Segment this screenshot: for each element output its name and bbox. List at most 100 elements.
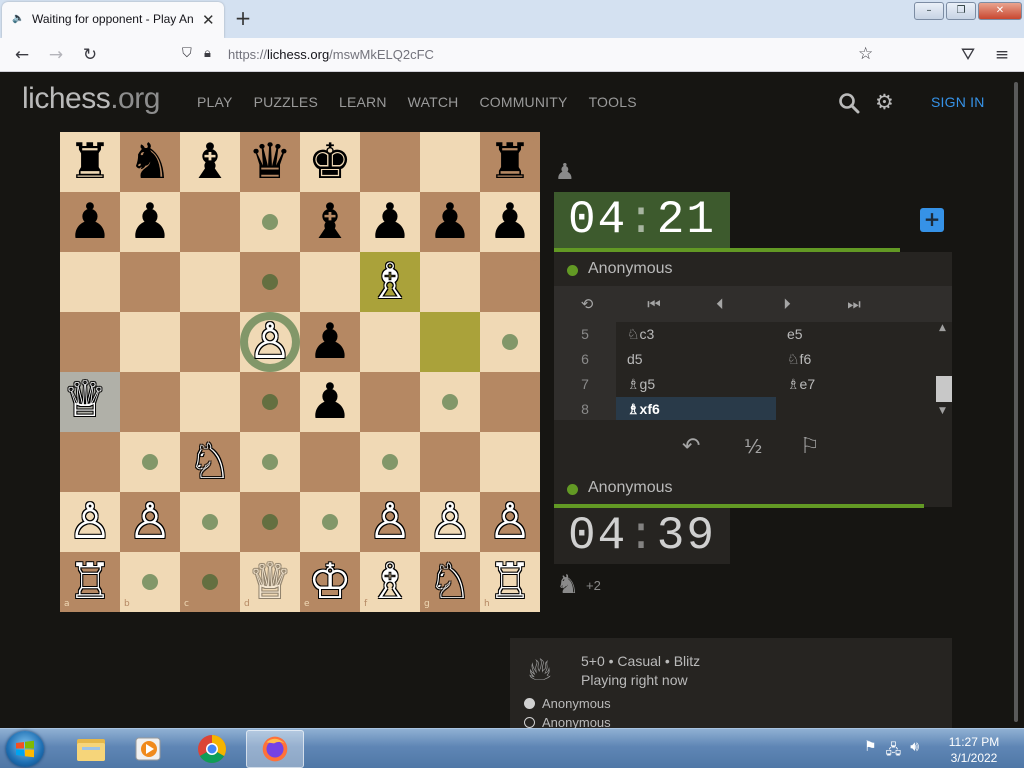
reload-icon[interactable]: ↻ — [78, 43, 102, 67]
explorer-taskbar-button[interactable] — [62, 730, 120, 768]
move-dest-dot[interactable] — [262, 274, 278, 290]
move-dest-dot[interactable] — [262, 214, 278, 230]
black-knight-b8[interactable]: ♞ — [120, 132, 180, 192]
browser-tab-active[interactable]: 🔈 Waiting for opponent - Play Anonymous … — [2, 2, 224, 38]
black-bishop-c8[interactable]: ♝ — [180, 132, 240, 192]
black-rook-h8[interactable]: ♜ — [480, 132, 540, 192]
move-dest-dot[interactable] — [262, 394, 278, 410]
shield-icon[interactable]: ⛉ — [182, 46, 192, 61]
last-move-icon[interactable]: ⏭ — [834, 286, 874, 322]
restore-button[interactable]: ❐ — [946, 2, 976, 20]
black-king-e8[interactable]: ♚ — [300, 132, 360, 192]
square-f4[interactable] — [360, 372, 420, 432]
white-move[interactable]: ♘c3 — [616, 322, 776, 347]
search-icon[interactable] — [838, 92, 860, 114]
square-c6[interactable] — [180, 252, 240, 312]
black-pawn-g7[interactable]: ♟ — [420, 192, 480, 252]
firefox-taskbar-button[interactable] — [246, 730, 304, 768]
white-queen-a4[interactable]: ♕ — [55, 370, 115, 430]
white-pawn-h2[interactable]: ♙ — [480, 492, 540, 552]
nav-play[interactable]: PLAY — [197, 94, 233, 110]
white-pawn-d5[interactable]: ♙ — [240, 312, 300, 372]
sign-in-link[interactable]: SIGN IN — [931, 94, 985, 110]
square-c5[interactable] — [180, 312, 240, 372]
next-move-icon[interactable]: ⏵ — [767, 286, 807, 322]
square-g5[interactable] — [420, 312, 480, 372]
black-rook-a8[interactable]: ♜ — [60, 132, 120, 192]
square-a6[interactable] — [60, 252, 120, 312]
move-dest-dot[interactable] — [202, 514, 218, 530]
back-arrow-icon[interactable]: ← — [10, 43, 34, 67]
move-dest-dot[interactable] — [382, 454, 398, 470]
media-player-taskbar-button[interactable] — [120, 730, 178, 768]
first-move-icon[interactable]: ⏮ — [634, 286, 674, 322]
move-dest-dot[interactable] — [322, 514, 338, 530]
square-c7[interactable] — [180, 192, 240, 252]
white-rook-a1[interactable]: ♖ — [60, 552, 120, 612]
move-dest-dot[interactable] — [502, 334, 518, 350]
opponent-name[interactable]: Anonymous — [588, 260, 673, 278]
minimize-button[interactable]: – — [914, 2, 944, 20]
black-player-entry[interactable]: Anonymous — [524, 715, 611, 728]
nav-watch[interactable]: WATCH — [408, 94, 459, 110]
speaker-icon[interactable]: 🔈 — [12, 13, 24, 27]
chrome-taskbar-button[interactable] — [183, 730, 241, 768]
give-time-button[interactable]: + — [920, 208, 944, 232]
lock-icon[interactable]: 🔒︎ — [204, 46, 211, 61]
forward-arrow-icon[interactable]: → — [44, 43, 68, 67]
white-rook-h1[interactable]: ♖ — [480, 552, 540, 612]
url-text[interactable]: https://lichess.org/mswMkELQ2cFC — [228, 47, 434, 62]
menu-icon[interactable]: ≡ — [990, 43, 1014, 67]
nav-tools[interactable]: TOOLS — [589, 94, 637, 110]
black-move[interactable]: e5 — [776, 322, 936, 347]
black-pawn-a7[interactable]: ♟ — [60, 192, 120, 252]
black-pawn-e5[interactable]: ♟ — [300, 312, 360, 372]
offer-draw-button[interactable]: ½ — [744, 436, 762, 458]
url-bar[interactable]: ⛉ 🔒︎ https://lichess.org/mswMkELQ2cFC ☆ — [172, 42, 892, 68]
white-king-e1[interactable]: ♔ — [300, 552, 360, 612]
square-f5[interactable] — [360, 312, 420, 372]
black-pawn-b7[interactable]: ♟ — [120, 192, 180, 252]
chessboard[interactable]: 8 7 6 5 4 3 2 1 a b c d e f g h ♕ ♜ ♞ ♝ ♛ ♚ ♜ ♟ ♟ ♝ ♟ ♟ ♟ ♗ ♙ ♟ ♕ ♟ ♘ ♙ ♙ ♙ ♙ ♙… — [60, 132, 540, 612]
black-pawn-h7[interactable]: ♟ — [480, 192, 540, 252]
black-move[interactable]: ♘f6 — [776, 347, 936, 372]
black-bishop-e7[interactable]: ♝ — [300, 192, 360, 252]
square-b6[interactable] — [120, 252, 180, 312]
black-queen-d8[interactable]: ♛ — [240, 132, 300, 192]
site-logo[interactable]: lichess.org — [22, 82, 160, 116]
black-pawn-e4[interactable]: ♟ — [300, 372, 360, 432]
action-center-icon[interactable]: ⚑ — [864, 739, 877, 763]
square-g6[interactable] — [420, 252, 480, 312]
takeback-icon[interactable]: ↶ — [682, 434, 700, 459]
nav-puzzles[interactable]: PUZZLES — [254, 94, 318, 110]
square-h3[interactable] — [480, 432, 540, 492]
square-g3[interactable] — [420, 432, 480, 492]
move-dest-dot[interactable] — [142, 574, 158, 590]
gear-icon[interactable]: ⚙ — [875, 91, 894, 113]
white-pawn-g2[interactable]: ♙ — [420, 492, 480, 552]
white-knight-c3[interactable]: ♘ — [180, 432, 240, 492]
white-move[interactable]: ♗xf6 — [616, 397, 776, 420]
white-pawn-f2[interactable]: ♙ — [360, 492, 420, 552]
system-clock[interactable]: 11:27 PM 3/1/2022 — [934, 734, 1014, 766]
square-h6[interactable] — [480, 252, 540, 312]
bookmark-star-icon[interactable]: ☆ — [858, 44, 873, 64]
square-b4[interactable] — [120, 372, 180, 432]
white-knight-g1[interactable]: ♘ — [420, 552, 480, 612]
black-move[interactable]: ♗e7 — [776, 372, 936, 397]
square-f8[interactable] — [360, 132, 420, 192]
move-dest-dot[interactable] — [202, 574, 218, 590]
scroll-down-arrow[interactable]: ▼ — [939, 406, 946, 416]
white-bishop-f1[interactable]: ♗ — [360, 552, 420, 612]
player-name[interactable]: Anonymous — [588, 479, 673, 497]
pocket-icon[interactable]: ⛛ — [956, 43, 980, 67]
square-g8[interactable] — [420, 132, 480, 192]
scroll-up-arrow[interactable]: ▲ — [939, 323, 946, 333]
square-e6[interactable] — [300, 252, 360, 312]
square-a3[interactable] — [60, 432, 120, 492]
move-dest-dot[interactable] — [142, 454, 158, 470]
white-move[interactable]: ♗g5 — [616, 372, 776, 397]
move-dest-dot[interactable] — [442, 394, 458, 410]
nav-learn[interactable]: LEARN — [339, 94, 387, 110]
flip-board-icon[interactable]: ⟲ — [567, 286, 607, 322]
